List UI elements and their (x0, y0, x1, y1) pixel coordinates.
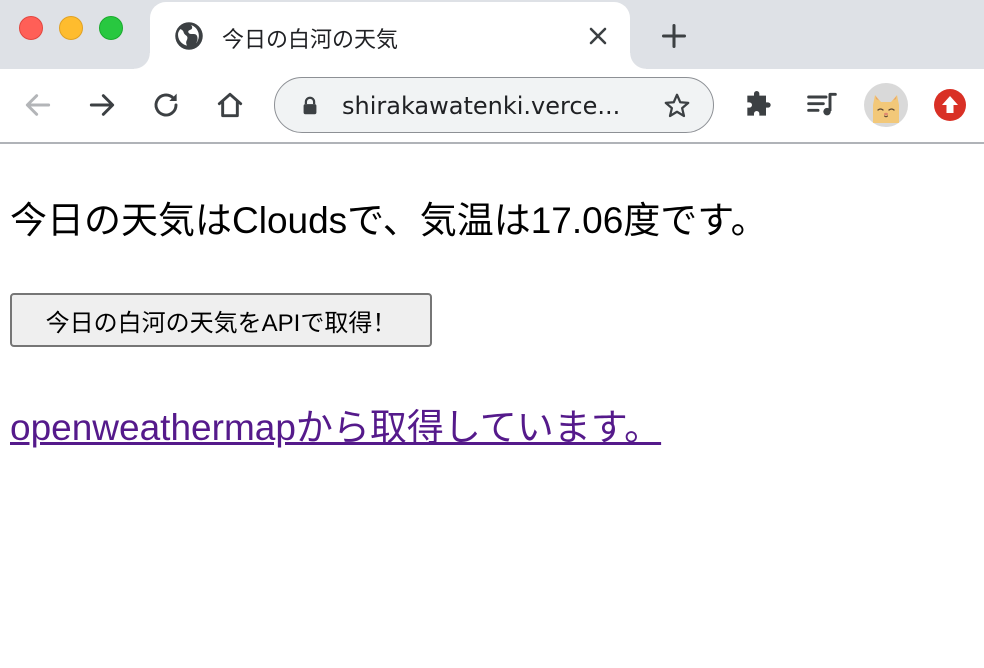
openweathermap-link[interactable]: openweathermapから取得しています。 (10, 397, 661, 451)
tab-strip: 今日の白河の天気 (0, 0, 984, 69)
window-maximize-button[interactable] (99, 16, 123, 40)
address-url[interactable]: shirakawatenki.verce... (342, 92, 620, 120)
cat-avatar-icon (873, 95, 899, 123)
puzzle-icon[interactable] (742, 89, 774, 121)
forward-arrow-icon[interactable] (86, 89, 118, 121)
star-icon[interactable] (662, 91, 692, 121)
tab-title: 今日の白河の天気 (222, 28, 399, 53)
lock-icon[interactable] (299, 95, 321, 117)
back-arrow-icon[interactable] (22, 89, 54, 121)
fetch-weather-button[interactable]: 今日の白河の天気をAPIで取得！ (10, 293, 432, 347)
update-button[interactable] (934, 89, 966, 121)
address-bar[interactable]: shirakawatenki.verce... (274, 77, 714, 133)
close-icon[interactable] (586, 24, 610, 48)
active-tab[interactable]: 今日の白河の天気 (134, 2, 646, 69)
browser-toolbar: shirakawatenki.verce... (0, 69, 984, 144)
profile-avatar[interactable] (864, 83, 908, 127)
page-content: 今日の天気はCloudsで、気温は17.06度です。 今日の白河の天気をAPIで… (0, 144, 984, 668)
weather-text: 今日の天気はCloudsで、気温は17.06度です。 (10, 200, 768, 241)
window-close-button[interactable] (19, 16, 43, 40)
reload-icon[interactable] (150, 89, 182, 121)
arrow-up-icon (942, 96, 958, 113)
home-icon[interactable] (214, 89, 246, 121)
plus-icon[interactable] (660, 22, 688, 50)
globe-icon (175, 22, 203, 50)
window-minimize-button[interactable] (59, 16, 83, 40)
playlist-icon[interactable] (806, 89, 838, 121)
